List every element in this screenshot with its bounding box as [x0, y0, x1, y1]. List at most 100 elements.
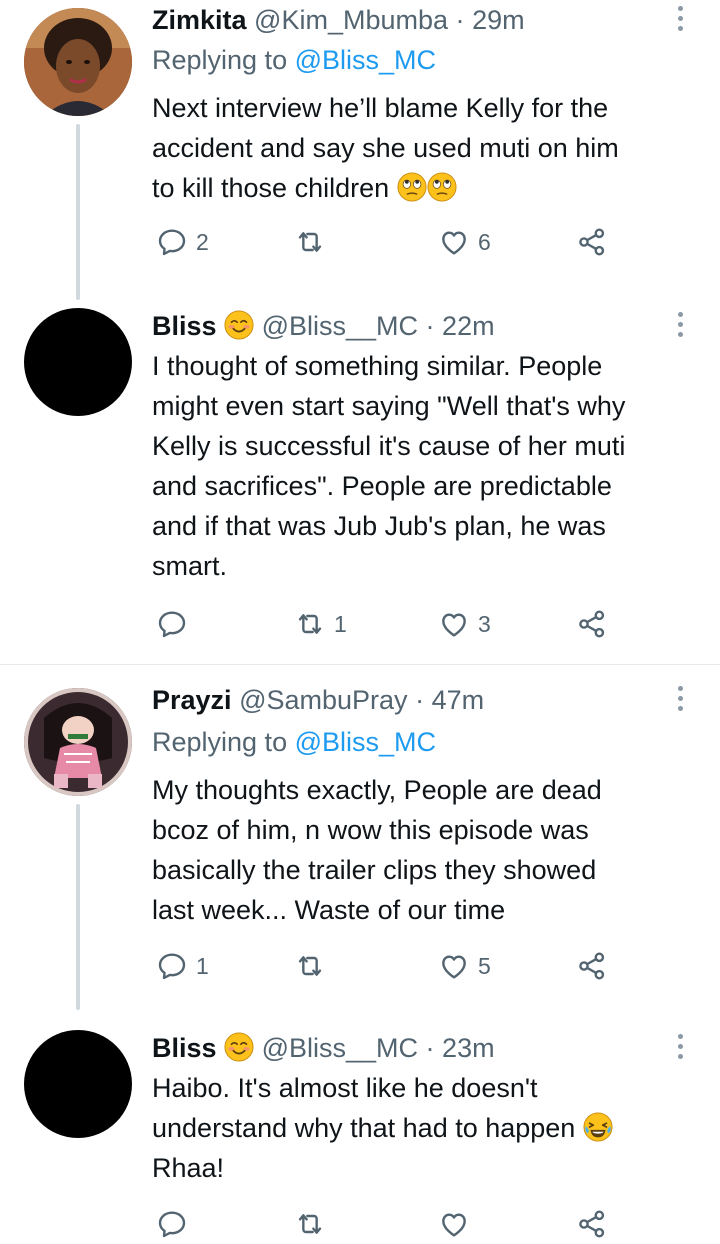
heart-icon — [438, 950, 470, 982]
share-icon — [576, 608, 608, 640]
like-button[interactable]: 5 — [438, 946, 491, 986]
like-button[interactable] — [438, 1204, 478, 1244]
author-name[interactable]: Bliss — [152, 311, 217, 341]
avatar-bliss[interactable] — [24, 308, 132, 416]
tears-of-joy-emoji-icon — [583, 1112, 613, 1142]
tweet-text-line: My thoughts exactly, People are dead — [152, 775, 602, 805]
reply-button[interactable] — [156, 604, 196, 644]
tweet-text-line: smart. — [152, 551, 228, 581]
share-button[interactable] — [576, 604, 608, 644]
tweet-text-line: to kill those children — [152, 173, 390, 203]
tweet-divider — [0, 664, 720, 665]
smiling-face-emoji-icon — [224, 310, 254, 340]
tweet-text-line: Rhaa! — [152, 1153, 225, 1183]
more-options-icon[interactable] — [672, 1034, 688, 1059]
retweet-count: 1 — [334, 610, 347, 637]
author-handle[interactable]: @SambuPray — [239, 685, 407, 715]
tweet-text-line: last week... Waste of our time — [152, 895, 506, 925]
tweet-text-line: I thought of something similar. People — [152, 351, 603, 381]
separator-dot: · — [415, 685, 425, 715]
like-button[interactable]: 6 — [438, 222, 491, 262]
tweet-text-line: basically the trailer clips they showed — [152, 855, 597, 885]
reply-icon — [156, 608, 188, 640]
replying-to-label: Replying to — [152, 45, 288, 75]
more-options-icon[interactable] — [672, 686, 688, 711]
heart-icon — [438, 608, 470, 640]
tweet-header: Prayzi @SambuPray · 47m — [152, 680, 484, 720]
tweet-text-line: and sacrifices". People are predictable — [152, 471, 612, 501]
tweet-time[interactable]: 29m — [472, 5, 525, 35]
avatar-bliss[interactable] — [24, 1030, 132, 1138]
reply-icon — [156, 950, 188, 982]
retweet-button[interactable] — [294, 222, 334, 262]
author-handle[interactable]: @Kim_Mbumba — [254, 5, 448, 35]
author-name[interactable]: Bliss — [152, 1033, 217, 1063]
separator-dot: · — [425, 1033, 435, 1063]
share-icon — [576, 950, 608, 982]
tweet-zimkita[interactable]: Zimkita @Kim_Mbumba · 29m Replying to @B… — [0, 0, 720, 300]
share-icon — [576, 226, 608, 258]
tweet-text-line: Next interview he’ll blame Kelly for the — [152, 93, 609, 123]
replying-to-mention[interactable]: @Bliss_MC — [295, 727, 436, 757]
thread-line — [76, 124, 80, 300]
like-count: 3 — [478, 610, 491, 637]
separator-dot: · — [425, 311, 435, 341]
reply-button[interactable]: 2 — [156, 222, 209, 262]
tweet-prayzi[interactable]: Prayzi @SambuPray · 47m Replying to @Bli… — [0, 680, 720, 1010]
share-button[interactable] — [576, 946, 608, 986]
retweet-button[interactable] — [294, 1204, 334, 1244]
tweet-text: Next interview he’ll blame Kelly for the… — [152, 88, 692, 208]
tweet-time[interactable]: 22m — [442, 311, 495, 341]
like-button[interactable]: 3 — [438, 604, 491, 644]
smiling-face-emoji-icon — [224, 1032, 254, 1062]
avatar-photo-icon — [24, 8, 132, 116]
tweet-bliss-2[interactable]: Bliss @Bliss__MC · 23m Haibo. It's almos… — [0, 1022, 720, 1227]
tweet-text-line: and if that was Jub Jub's plan, he was — [152, 511, 606, 541]
tweet-time[interactable]: 23m — [442, 1033, 495, 1063]
tweet-text-line: might even start saying "Well that's why — [152, 391, 626, 421]
thread-line — [76, 804, 80, 1010]
tweet-text-line: Kelly is successful it's cause of her mu… — [152, 431, 626, 461]
retweet-icon — [294, 950, 326, 982]
replying-to-label: Replying to — [152, 727, 288, 757]
like-count: 6 — [478, 228, 491, 255]
retweet-icon — [294, 226, 326, 258]
tweet-text-line-wrap: to kill those children — [152, 168, 692, 208]
reply-icon — [156, 1208, 188, 1240]
share-button[interactable] — [576, 222, 608, 262]
replying-to-mention[interactable]: @Bliss_MC — [295, 45, 436, 75]
tweet-time[interactable]: 47m — [432, 685, 485, 715]
tweet-actions: 1 3 — [152, 604, 632, 644]
share-icon — [576, 1208, 608, 1240]
tweet-header: Zimkita @Kim_Mbumba · 29m — [152, 0, 525, 40]
more-options-icon[interactable] — [672, 6, 688, 31]
rolling-eyes-emoji-icon — [397, 172, 427, 202]
retweet-icon — [294, 608, 326, 640]
avatar-zimkita[interactable] — [24, 8, 132, 116]
tweet-text-line: Haibo. It's almost like he doesn't — [152, 1073, 538, 1103]
tweet-actions — [152, 1204, 632, 1244]
share-button[interactable] — [576, 1204, 608, 1244]
replying-to: Replying to @Bliss_MC — [152, 722, 436, 762]
tweet-text-line: bcoz of him, n wow this episode was — [152, 815, 589, 845]
tweet-text: Haibo. It's almost like he doesn't under… — [152, 1068, 692, 1188]
reply-count: 1 — [196, 952, 209, 979]
tweet-text-line: accident and say she used muti on him — [152, 133, 619, 163]
retweet-button[interactable]: 1 — [294, 604, 347, 644]
author-handle[interactable]: @Bliss__MC — [262, 311, 418, 341]
tweet-text-line-wrap: understand why that had to happen — [152, 1108, 692, 1148]
author-handle[interactable]: @Bliss__MC — [262, 1033, 418, 1063]
author-name[interactable]: Prayzi — [152, 685, 232, 715]
tweet-bliss[interactable]: Bliss @Bliss__MC · 22m I thought of some… — [0, 300, 720, 662]
avatar-prayzi[interactable] — [24, 688, 132, 796]
reply-button[interactable] — [156, 1204, 196, 1244]
tweet-text-line: understand why that had to happen — [152, 1113, 576, 1143]
retweet-button[interactable] — [294, 946, 334, 986]
tweet-actions: 1 5 — [152, 946, 632, 986]
reply-button[interactable]: 1 — [156, 946, 209, 986]
author-name[interactable]: Zimkita — [152, 5, 247, 35]
tweet-text: My thoughts exactly, People are dead bco… — [152, 770, 692, 930]
more-options-icon[interactable] — [672, 312, 688, 337]
reply-count: 2 — [196, 228, 209, 255]
like-count: 5 — [478, 952, 491, 979]
